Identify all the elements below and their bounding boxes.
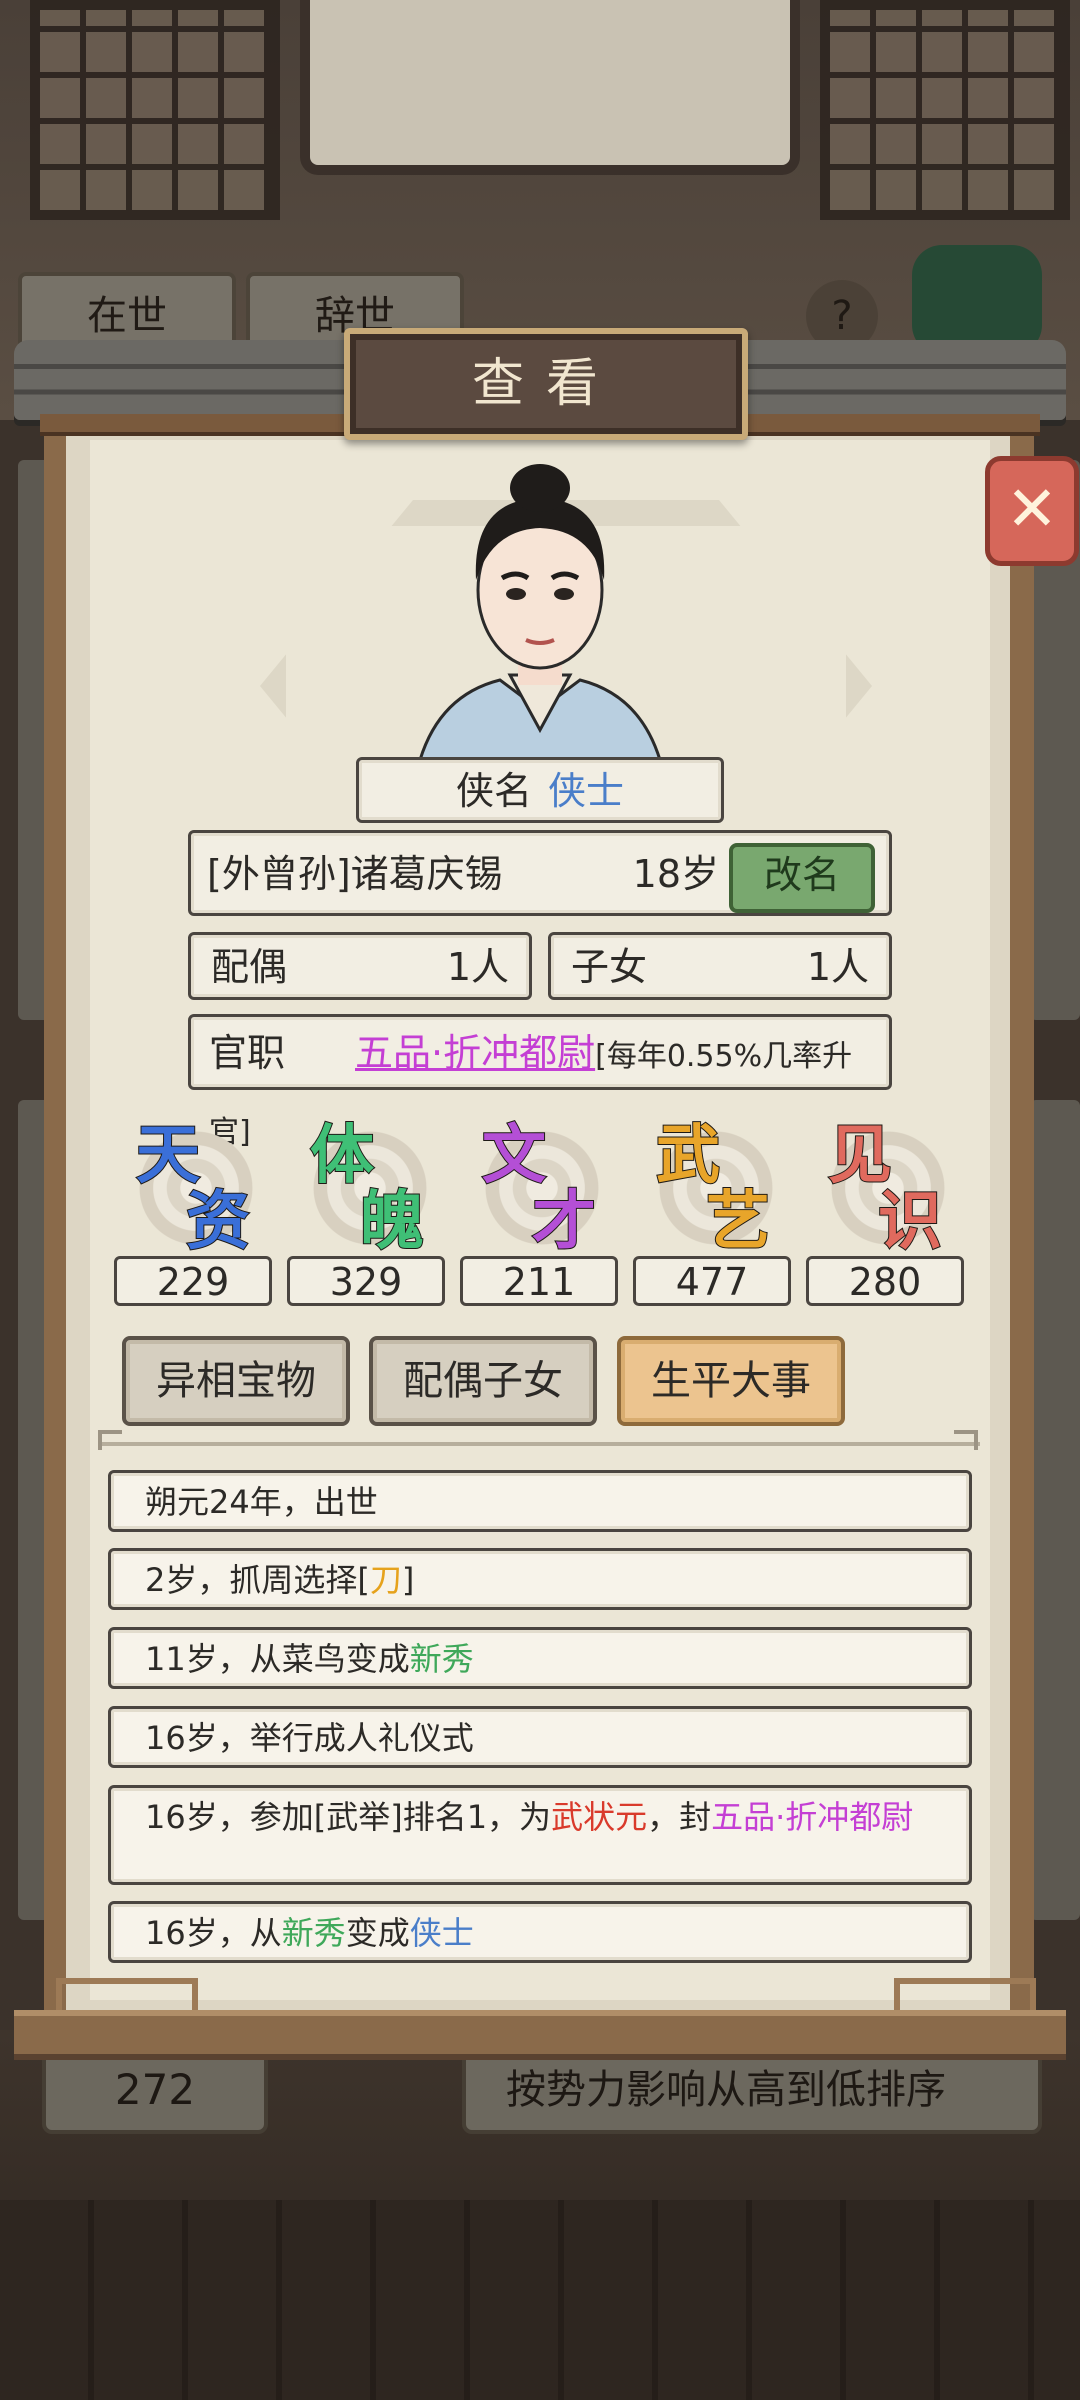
attr-value-insight: 280: [806, 1256, 964, 1306]
children-label: 子女: [571, 945, 648, 989]
attr-value-talent: 229: [114, 1256, 272, 1306]
close-button[interactable]: ✕: [985, 456, 1079, 566]
attr-physique: 体 魄: [290, 1108, 440, 1260]
event-text: 16岁，举行成人礼仪式: [145, 1719, 474, 1757]
divider-corner-right: [954, 1430, 978, 1450]
attr-talent: 天 资: [116, 1108, 266, 1260]
event-item: 2岁，抓周选择[刀]: [108, 1548, 972, 1610]
dialog-bottom-rail: [14, 2010, 1066, 2060]
return-icon[interactable]: [912, 245, 1042, 355]
hero-title: 侠士: [548, 769, 625, 813]
rename-button[interactable]: 改名: [729, 843, 875, 913]
event-text: 11岁，从菜鸟变成: [145, 1640, 410, 1678]
event-rank: 新秀: [281, 1914, 346, 1952]
tab-spouse-children[interactable]: 配偶子女: [369, 1336, 597, 1426]
event-item: 16岁，参加[武举]排名1，为武状元，封五品·折冲都尉: [108, 1785, 972, 1885]
spouse-row[interactable]: 配偶 1人: [188, 932, 532, 1000]
event-text: 16岁，参加[武举]排名1，为: [145, 1798, 552, 1836]
event-rank: 五品·折冲都尉: [711, 1798, 914, 1836]
spouse-label: 配偶: [211, 945, 288, 989]
event-item: 11岁，从菜鸟变成新秀: [108, 1627, 972, 1689]
hero-name-box: 侠名 侠士: [356, 757, 724, 823]
hero-name-label: 侠名: [455, 769, 532, 813]
attr-value-physique: 329: [287, 1256, 445, 1306]
close-icon: ✕: [1006, 472, 1058, 545]
event-text: 变成: [345, 1914, 410, 1952]
age-value: 18岁: [632, 852, 719, 896]
event-item: 16岁，从新秀变成侠士: [108, 1901, 972, 1963]
event-text: 2岁，抓周选择[: [145, 1561, 370, 1599]
attr-char-2: 艺: [705, 1183, 771, 1260]
post-rank-link[interactable]: 五品·折冲都尉: [355, 1031, 595, 1075]
divider-corner-left: [98, 1430, 122, 1450]
attr-value-martial: 477: [633, 1256, 791, 1306]
children-count: 1人: [806, 945, 869, 989]
post-label: 官职: [209, 1031, 286, 1075]
event-text: 朔元24年，出世: [145, 1483, 378, 1521]
side-card-right-2: [1030, 1100, 1080, 1920]
character-portrait: [418, 464, 662, 760]
event-text: 16岁，从: [145, 1914, 282, 1952]
children-row[interactable]: 子女 1人: [548, 932, 892, 1000]
attr-char-2: 资: [185, 1183, 251, 1260]
attr-char-2: 识: [877, 1183, 943, 1260]
tab-life-events[interactable]: 生平大事: [617, 1336, 845, 1426]
event-text: ]: [401, 1561, 415, 1599]
event-text: ，封: [647, 1798, 712, 1836]
official-post-row: 官职 五品·折冲都尉[每年0.55%几率升官]: [188, 1014, 892, 1150]
identity-row: [外曾孙]诸葛庆锡 18岁 改名: [188, 830, 892, 916]
event-rank: 侠士: [409, 1914, 474, 1952]
window-lattice-left: [30, 0, 280, 220]
window-lattice-right: [820, 0, 1070, 220]
attr-value-literary: 211: [460, 1256, 618, 1306]
dialog-title: 查看: [344, 328, 748, 440]
attr-martial: 武 艺: [636, 1108, 786, 1260]
attr-literary: 文 才: [462, 1108, 612, 1260]
tab-treasures[interactable]: 异相宝物: [122, 1336, 350, 1426]
wall-painting: [300, 0, 800, 175]
event-item-chosen: 刀: [369, 1561, 402, 1599]
event-title: 武状元: [551, 1798, 648, 1836]
attr-insight: 见 识: [808, 1108, 958, 1260]
attr-char-2: 才: [531, 1183, 597, 1260]
spouse-count: 1人: [446, 945, 509, 989]
floor-panels: [0, 2200, 1080, 2400]
attr-char-2: 魄: [359, 1183, 425, 1260]
event-rank: 新秀: [409, 1640, 474, 1678]
event-item: 16岁，举行成人礼仪式: [108, 1706, 972, 1768]
identity-name: [外曾孙]诸葛庆锡: [207, 852, 503, 896]
event-item: 朔元24年，出世: [108, 1470, 972, 1532]
section-divider: [100, 1442, 980, 1446]
